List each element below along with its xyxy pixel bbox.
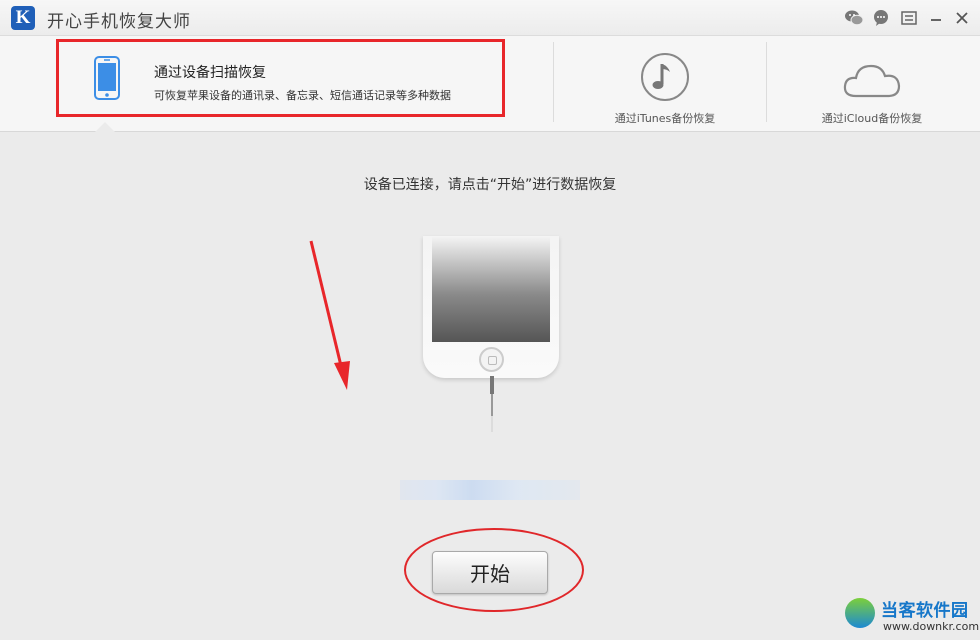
- phone-screen: [432, 236, 550, 342]
- annotation-highlight-box: [56, 39, 505, 117]
- watermark-name: 当客软件园: [881, 601, 969, 621]
- tab-divider: [553, 42, 554, 122]
- minimize-icon[interactable]: [926, 8, 946, 28]
- tab-itunes-label: 通过iTunes备份恢复: [614, 112, 716, 125]
- wechat-icon[interactable]: [844, 8, 864, 28]
- connection-status: 设备已连接，请点击“开始”进行数据恢复: [363, 177, 617, 193]
- tab-divider: [766, 42, 767, 122]
- active-tab-pointer: [95, 122, 115, 132]
- tab-strip: 通过设备扫描恢复 可恢复苹果设备的通讯录、备忘录、短信通话记录等多种数据 通过i…: [0, 36, 980, 132]
- annotation-arrow: [309, 240, 350, 390]
- device-illustration: [423, 236, 559, 380]
- watermark: 当客软件园 www.downkr.com: [845, 596, 980, 638]
- home-button-icon: [479, 347, 504, 372]
- cloud-icon: [842, 60, 902, 104]
- app-logo: K: [11, 6, 35, 30]
- tab-itunes[interactable]: 通过iTunes备份恢复: [590, 36, 740, 132]
- close-icon[interactable]: [952, 8, 972, 28]
- watermark-url: www.downkr.com: [883, 620, 980, 633]
- app-title: 开心手机恢复大师: [47, 12, 191, 32]
- cable-icon: [490, 376, 494, 432]
- title-bar: K 开心手机恢复大师: [0, 0, 980, 36]
- chat-icon[interactable]: [871, 8, 891, 28]
- device-name-redacted: [400, 480, 580, 500]
- watermark-logo-icon: [845, 598, 875, 628]
- menu-icon[interactable]: [899, 8, 919, 28]
- tab-icloud[interactable]: 通过iCloud备份恢复: [797, 36, 947, 132]
- annotation-highlight-ellipse: [404, 528, 584, 612]
- tab-icloud-label: 通过iCloud备份恢复: [821, 112, 923, 125]
- music-note-icon: [640, 52, 690, 106]
